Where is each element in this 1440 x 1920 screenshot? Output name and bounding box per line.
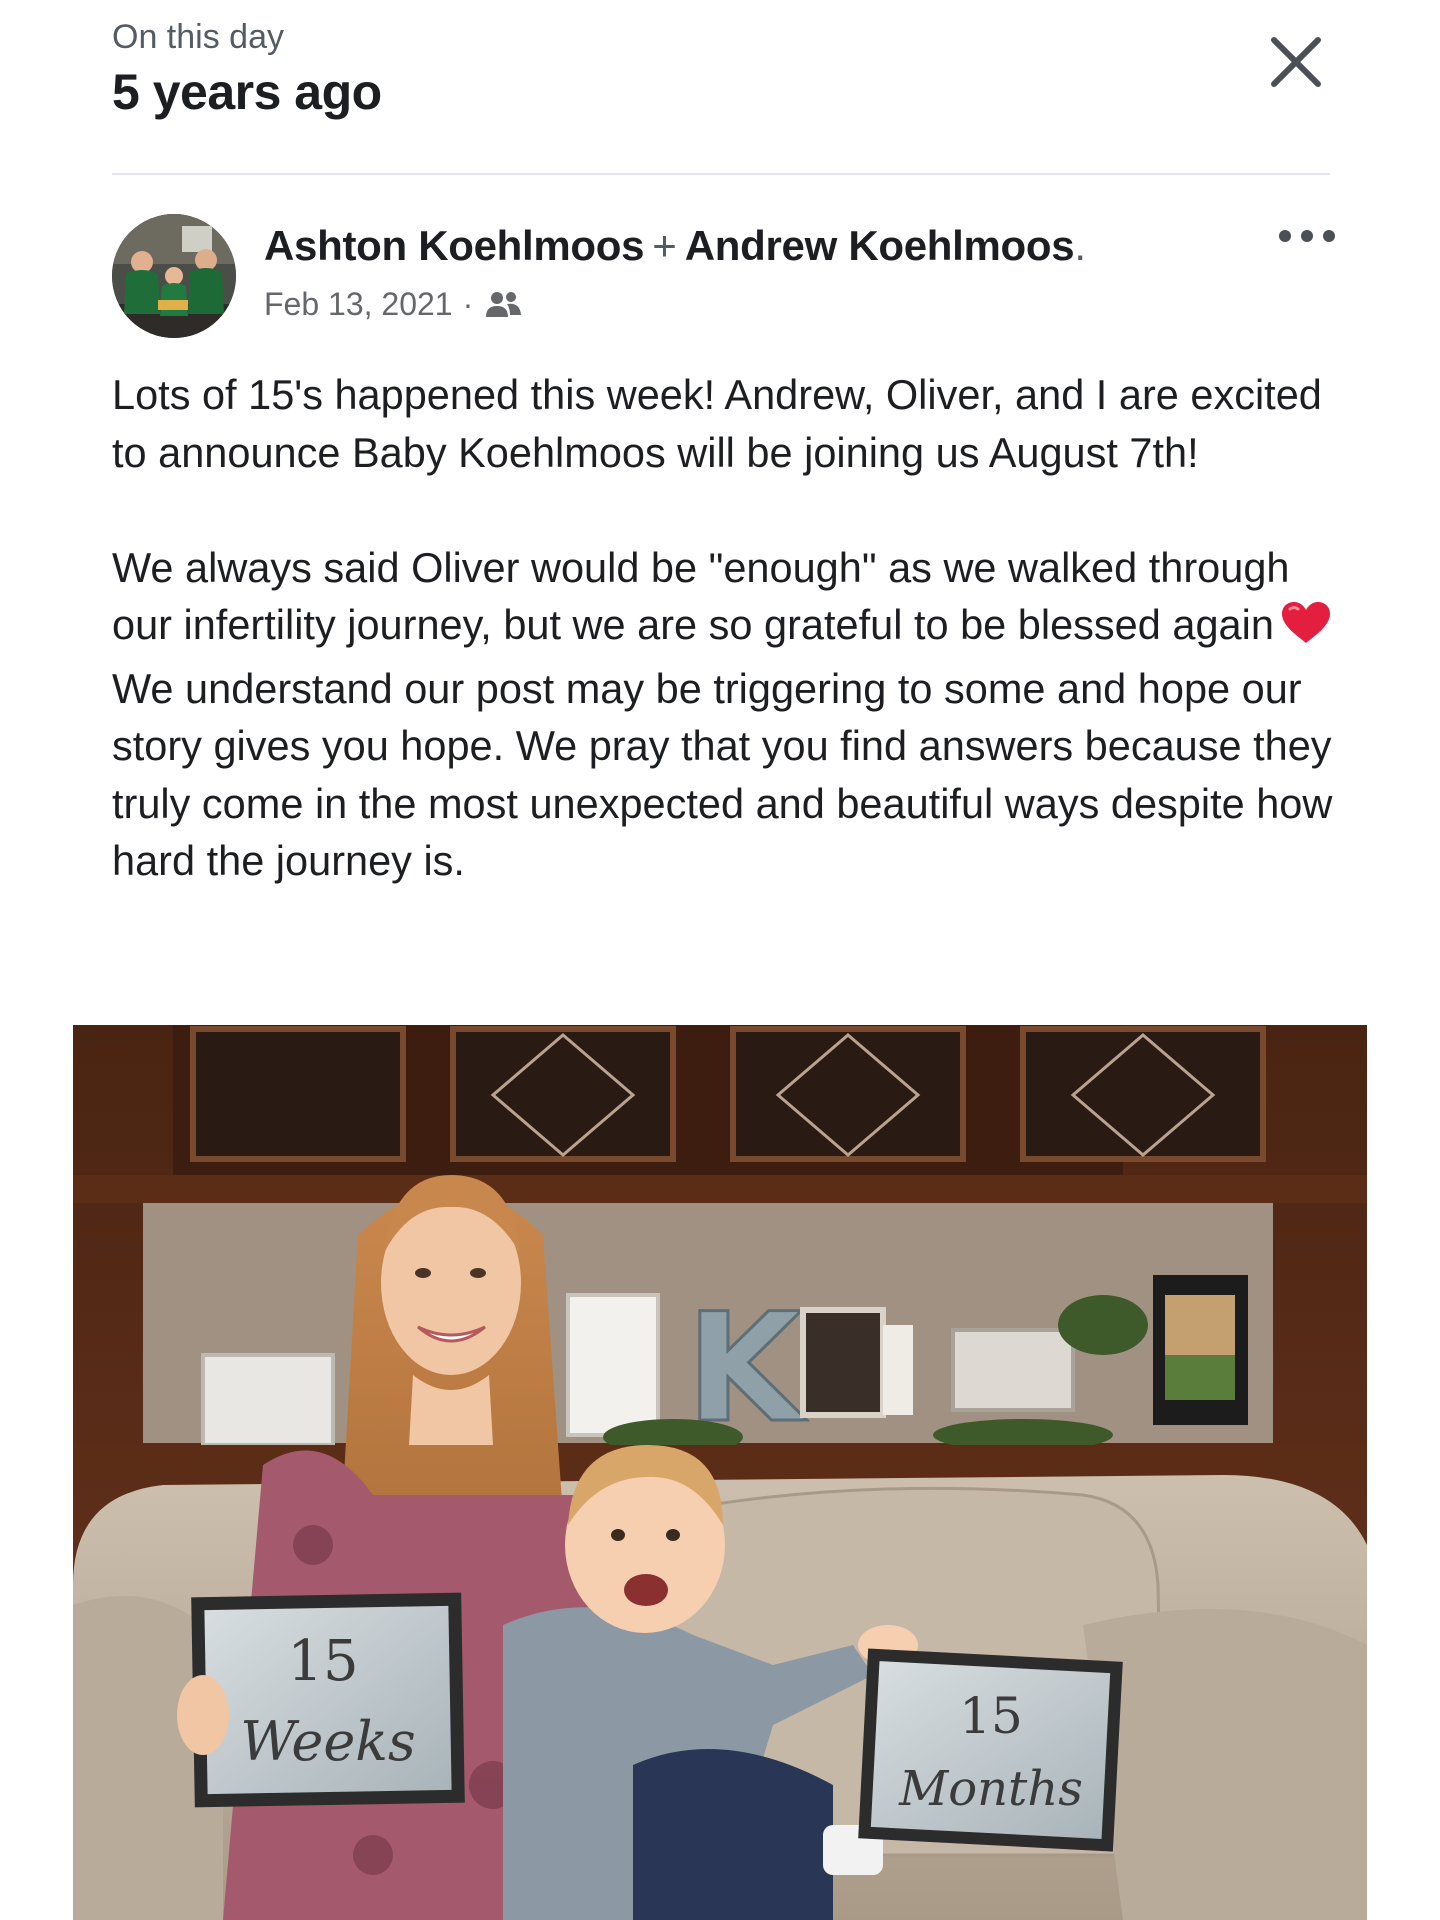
post-date[interactable]: Feb 13, 2021 xyxy=(264,286,453,323)
photo-illustration: K 15 Weeks 15 Months xyxy=(73,1025,1367,1920)
friends-icon xyxy=(486,291,522,317)
more-options-button[interactable] xyxy=(1272,214,1342,258)
sign-right-word: Months xyxy=(898,1761,1083,1817)
author-link-ashton[interactable]: Ashton Koehlmoos xyxy=(264,222,645,269)
author-suffix: . xyxy=(1074,222,1086,269)
paragraph-2-part-1: We always said Oliver would be "enough" … xyxy=(112,543,1290,649)
memory-title: 5 years ago xyxy=(112,64,382,120)
close-button[interactable] xyxy=(1258,24,1334,100)
post-authors: Ashton Koehlmoos + Andrew Koehlmoos. xyxy=(264,222,1086,270)
meta-separator: · xyxy=(462,286,474,322)
close-icon xyxy=(1271,37,1321,87)
post-meta: Feb 13, 2021 · xyxy=(264,286,523,323)
red-heart-icon xyxy=(1280,601,1332,660)
post-photo[interactable]: K 15 Weeks 15 Months xyxy=(73,1025,1367,1920)
author-plus: + xyxy=(652,222,677,269)
sign-left-number: 15 xyxy=(287,1629,358,1694)
post-paragraph-1: Lots of 15's happened this week! Andrew,… xyxy=(112,371,1322,476)
more-dots-icon xyxy=(1279,230,1335,242)
sign-left-word: Weeks xyxy=(240,1710,415,1773)
avatar[interactable] xyxy=(112,214,236,338)
sign-right-number: 15 xyxy=(959,1687,1023,1745)
post-body: Lots of 15's happened this week! Andrew,… xyxy=(112,366,1342,890)
memory-kicker: On this day xyxy=(112,18,284,56)
post-header: Ashton Koehlmoos + Andrew Koehlmoos. Feb 1… xyxy=(112,214,1335,344)
header-divider xyxy=(112,173,1330,175)
post-paragraph-2: We always said Oliver would be "enough" … xyxy=(112,539,1342,890)
memory-header: On this day 5 years ago xyxy=(112,18,382,121)
paragraph-2-part-2: We understand our post may be triggering… xyxy=(112,664,1333,885)
author-link-andrew[interactable]: Andrew Koehlmoos xyxy=(685,222,1075,269)
